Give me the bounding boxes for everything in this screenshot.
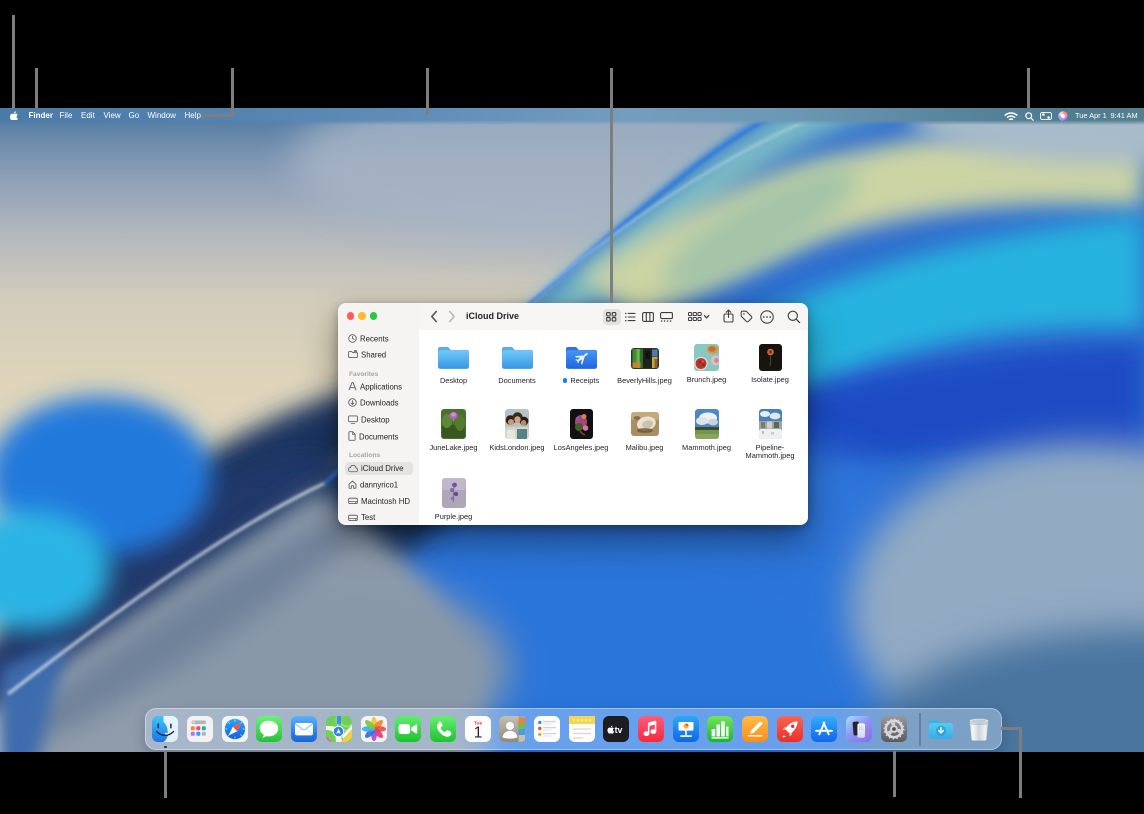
svg-text:1: 1 bbox=[473, 725, 482, 742]
svg-text:tv: tv bbox=[615, 725, 623, 735]
